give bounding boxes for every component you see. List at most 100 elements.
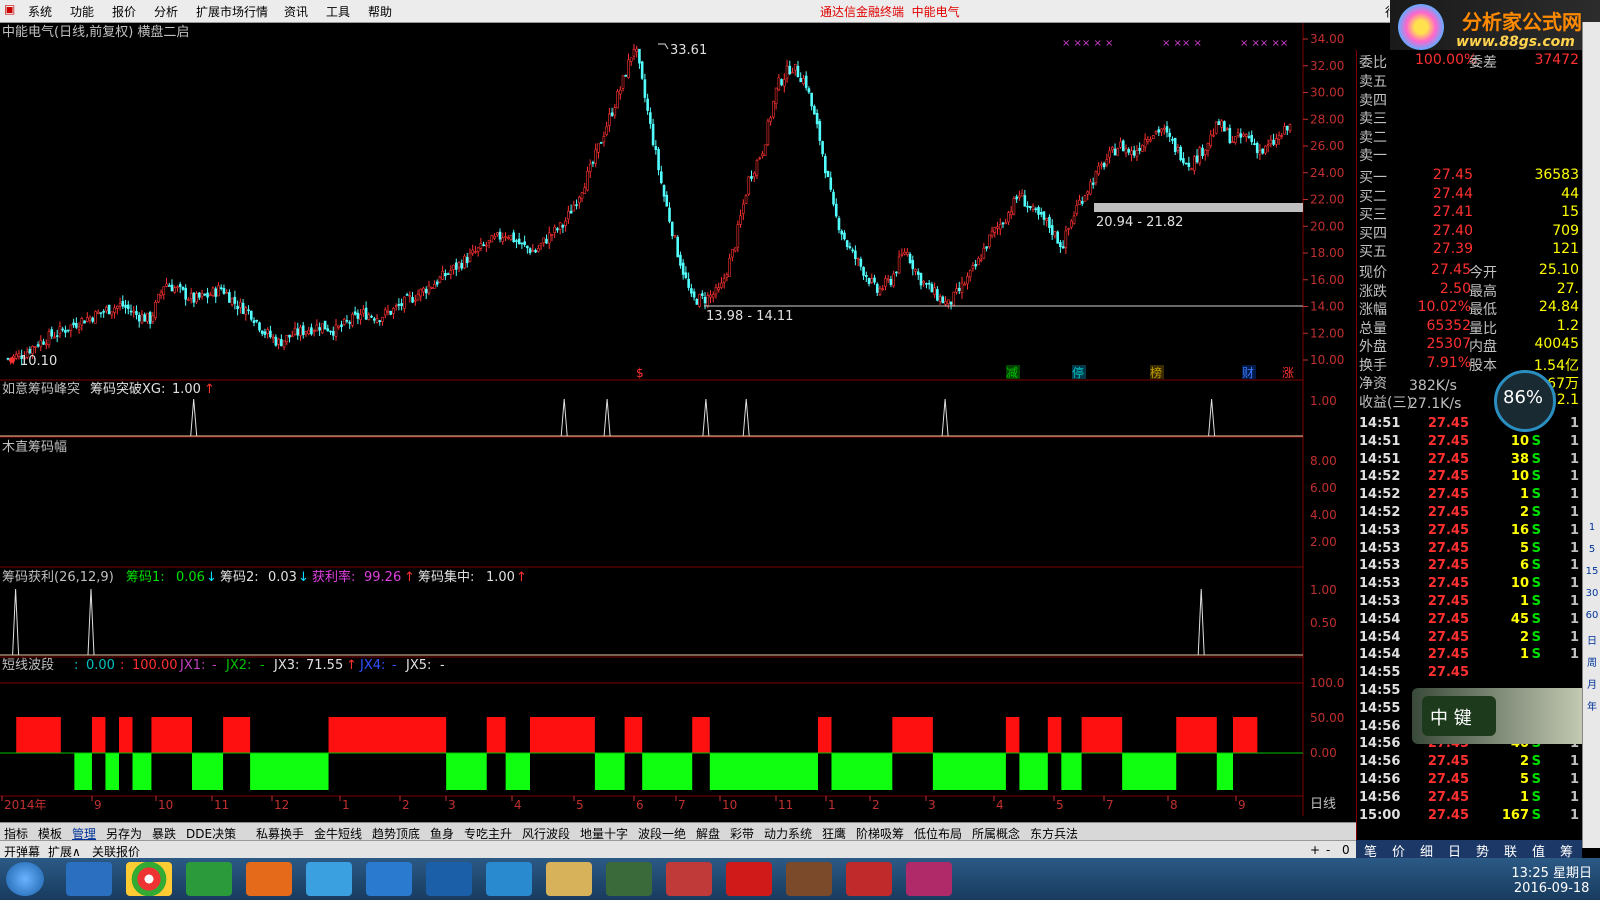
menu-item-system[interactable]: 系统 — [28, 3, 52, 20]
candle-body — [567, 210, 570, 220]
qq-browser-icon[interactable] — [426, 862, 472, 896]
notes-icon[interactable] — [366, 862, 412, 896]
bug-app-icon[interactable] — [906, 862, 952, 896]
menu-item-analysis[interactable]: 分析 — [154, 3, 178, 20]
panel3-axis-05: 0.50 — [1310, 616, 1337, 630]
quote-cell: 10 — [1510, 469, 1529, 485]
period-button[interactable]: 30 — [1585, 588, 1599, 600]
candle-body — [996, 226, 999, 229]
period-button[interactable]: 年 — [1585, 698, 1599, 713]
candle-body — [1067, 228, 1070, 230]
zhongjian-button[interactable]: 中 键 — [1422, 696, 1496, 736]
menu-item-tools[interactable]: 工具 — [326, 3, 350, 20]
candle-body — [1258, 150, 1262, 155]
candle-body — [403, 296, 406, 309]
candle-body — [974, 263, 977, 267]
system-clock[interactable]: 13:25 星期日 2016-09-18 — [1511, 862, 1592, 896]
candle-body — [818, 121, 822, 141]
menu-item-help[interactable]: 帮助 — [368, 3, 392, 20]
candle-body — [889, 279, 893, 285]
event-mark-rise[interactable]: 涨 — [1282, 365, 1294, 380]
tick-row: 14:52 27.45 1 S 1 — [1357, 487, 1583, 505]
app-logo-icon[interactable]: ▣ — [4, 2, 15, 16]
quote-cell: 14:53 — [1359, 522, 1401, 538]
folder-icon[interactable] — [546, 862, 592, 896]
period-button[interactable]: 15 — [1585, 566, 1599, 578]
candle-body — [736, 224, 740, 248]
candle-body — [679, 254, 682, 266]
menu-item-news[interactable]: 资讯 — [284, 3, 308, 20]
profit-spikes — [12, 588, 1205, 656]
event-mark-dollar[interactable]: $ — [636, 366, 644, 380]
panel4-item3-value: - — [212, 658, 217, 673]
stock-chart[interactable]: 34.0032.0030.0028.0026.0024.0022.0020.00… — [0, 23, 1355, 816]
breakout-spike — [560, 398, 568, 437]
price-tick-label: 16.00 — [1310, 273, 1344, 287]
candle-body — [750, 176, 753, 179]
candle-body — [157, 294, 160, 303]
candle-body — [763, 144, 767, 156]
app-green-icon[interactable] — [186, 862, 232, 896]
time-tick-label: 7 — [678, 798, 686, 812]
candle-body — [1034, 208, 1038, 211]
candle-body — [419, 288, 423, 297]
event-mark-reduce[interactable]: 减 — [1006, 366, 1018, 380]
quote-cell: 16 — [1510, 522, 1529, 538]
candle-body — [195, 292, 198, 303]
zoom-out-button[interactable]: - — [1326, 843, 1330, 857]
time-tick-label: 5 — [1056, 798, 1064, 812]
quote-cell: 27.45 — [1427, 505, 1469, 520]
quote-cell: 100.00% — [1415, 52, 1478, 68]
event-mark-finance[interactable]: 财 — [1242, 366, 1254, 380]
firefox-icon[interactable] — [246, 862, 292, 896]
image-app-icon[interactable] — [786, 862, 832, 896]
period-label[interactable]: 日线 — [1310, 797, 1336, 812]
candle-body — [28, 349, 32, 354]
period-button[interactable]: 5 — [1585, 544, 1599, 556]
time-tick-label: 3 — [448, 798, 456, 812]
stock-app-icon[interactable] — [606, 862, 652, 896]
period-button[interactable]: 60 — [1585, 610, 1599, 622]
bird-icon[interactable] — [486, 862, 532, 896]
candle-body — [192, 292, 196, 303]
tdx-icon[interactable] — [726, 862, 772, 896]
menu-item-ext-market[interactable]: 扩展市场行情 — [196, 3, 268, 20]
doc-app-icon[interactable] — [846, 862, 892, 896]
candle-body — [293, 327, 297, 335]
period-button[interactable]: 1 — [1585, 522, 1599, 534]
time-tick-label: 11 — [214, 798, 229, 812]
app-title-text: 通达信金融终端 — [820, 5, 905, 19]
candle-body — [635, 48, 638, 52]
period-button[interactable]: 日 — [1585, 632, 1599, 647]
candle-body — [364, 307, 368, 320]
reset-button[interactable]: 0 — [1342, 843, 1350, 857]
panel1-axis-label: 1.00 — [1310, 394, 1337, 408]
red-band — [16, 717, 61, 753]
menu-item-quote[interactable]: 报价 — [112, 3, 136, 20]
candle-body — [834, 203, 838, 217]
quote-cell: 27.45 — [1427, 629, 1469, 645]
cloud-icon[interactable] — [306, 862, 352, 896]
event-mark-list[interactable]: 榜 — [1150, 365, 1162, 380]
menu-item-function[interactable]: 功能 — [70, 3, 94, 20]
chrome-icon[interactable] — [126, 862, 172, 896]
panel3-item2-label: 筹码2: — [220, 569, 259, 585]
start-button-icon[interactable] — [6, 862, 44, 896]
quote-cell: 37472 — [1534, 52, 1579, 68]
price-tick-label: 28.00 — [1310, 112, 1344, 126]
candle-body — [545, 238, 548, 244]
zoom-in-button[interactable]: + — [1310, 843, 1320, 857]
candle-body — [618, 89, 622, 95]
panel2-axis-6: 6.00 — [1310, 481, 1337, 495]
quote-cell: 27.45 — [1430, 262, 1471, 278]
zhongjian-widget[interactable]: 中 键 — [1412, 688, 1590, 744]
candle-body — [1225, 128, 1229, 131]
panel3-item1-value: 0.06 — [176, 570, 205, 585]
quote-cell: 10.02% — [1417, 299, 1471, 315]
app-red-icon[interactable] — [666, 862, 712, 896]
period-button[interactable]: 周 — [1585, 654, 1599, 669]
panel4-axis-100: 100.0 — [1310, 676, 1344, 690]
ie-icon[interactable] — [66, 862, 112, 896]
period-button[interactable]: 月 — [1585, 676, 1599, 691]
event-mark-halt[interactable]: 停 — [1072, 365, 1084, 380]
